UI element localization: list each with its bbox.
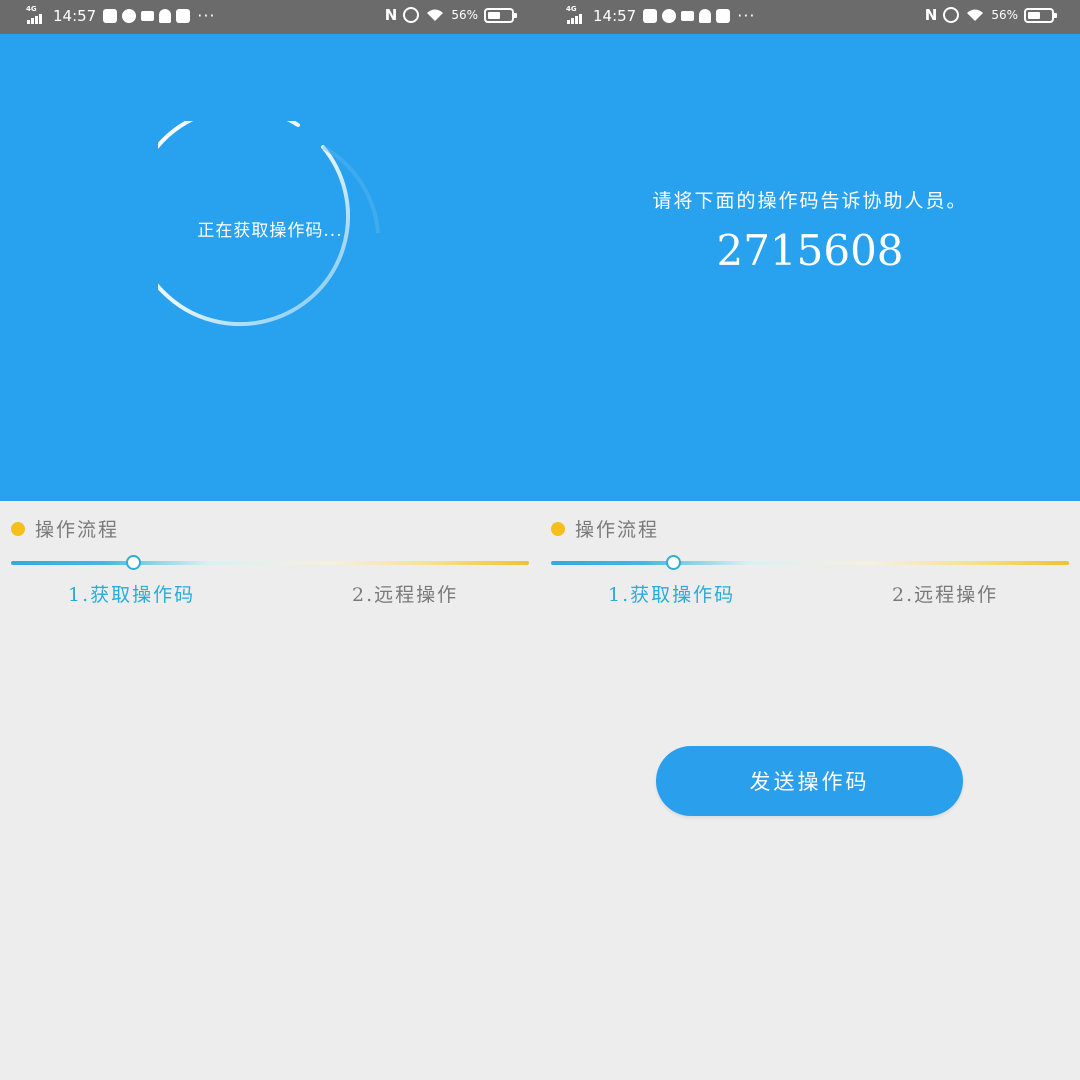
status-time: 14:57	[593, 6, 637, 25]
step-get-code: 1.获取操作码	[608, 584, 736, 606]
workflow-title-label: 操作流程	[575, 519, 660, 541]
wifi-icon	[967, 9, 984, 21]
compass-app-icon	[122, 8, 137, 23]
nfc-icon: N	[924, 6, 938, 24]
loading-text: 正在获取操作码...	[197, 221, 343, 241]
yellow-dot-icon	[551, 521, 565, 536]
yellow-dot-icon	[11, 521, 25, 536]
notification-app-icon	[103, 8, 118, 23]
workflow-progress-bar	[551, 561, 1069, 565]
sim-signal-icon: 4G	[26, 5, 48, 25]
notification-app-icon	[716, 8, 731, 23]
compass-app-icon	[662, 8, 677, 23]
step-remote-operation: 2.远程操作	[892, 584, 999, 606]
operation-code: 2715608	[716, 226, 904, 275]
battery-icon	[484, 7, 517, 23]
progress-step-marker	[666, 555, 681, 570]
battery-percent: 56%	[451, 8, 478, 22]
video-icon	[141, 10, 155, 21]
battery-icon	[1024, 7, 1057, 23]
wifi-icon	[427, 9, 444, 21]
left-screen: 4G 14:57 ··· N 56% 正在获取操作码... 操作流程 1.获取操…	[0, 0, 540, 1080]
workflow-title: 操作流程	[11, 515, 119, 542]
sim-signal-icon: 4G	[566, 5, 588, 25]
workflow-title-label: 操作流程	[35, 519, 120, 541]
notification-app-icon	[176, 8, 191, 23]
video-icon	[681, 10, 695, 21]
status-bar: 4G 14:57 ··· N 56%	[0, 0, 540, 34]
progress-step-marker	[126, 555, 141, 570]
right-screen: 4G 14:57 ··· N 56% 请将下面的操作码告诉协助人员。 27156…	[540, 0, 1080, 1080]
workflow-progress-bar	[11, 561, 529, 565]
notification-app-icon	[643, 8, 658, 23]
battery-percent: 56%	[991, 8, 1018, 22]
nfc-icon: N	[384, 6, 398, 24]
more-dots-icon: ···	[737, 6, 756, 25]
step-get-code: 1.获取操作码	[68, 584, 196, 606]
qq-penguin-icon	[159, 8, 172, 23]
status-bar: 4G 14:57 ··· N 56%	[540, 0, 1080, 34]
qq-penguin-icon	[699, 8, 712, 23]
workflow-title: 操作流程	[551, 515, 659, 542]
more-dots-icon: ···	[197, 6, 216, 25]
alarm-clock-icon	[943, 7, 960, 23]
alarm-clock-icon	[403, 7, 420, 23]
send-code-button[interactable]: 发送操作码	[656, 746, 963, 816]
status-time: 14:57	[53, 6, 97, 25]
step-remote-operation: 2.远程操作	[352, 584, 459, 606]
instruction-text: 请将下面的操作码告诉协助人员。	[652, 190, 968, 212]
